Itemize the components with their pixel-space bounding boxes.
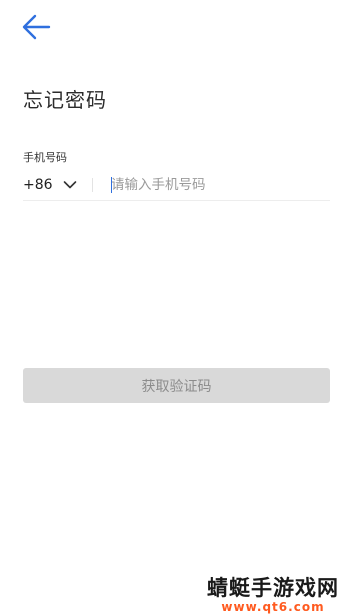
phone-label: 手机号码: [23, 151, 67, 164]
back-button[interactable]: [18, 12, 58, 44]
site-watermark: 蜻蜓手游戏网 www.qt6.com: [207, 572, 339, 614]
watermark-url: www.qt6.com: [221, 600, 325, 614]
text-cursor: [111, 177, 112, 193]
chevron-down-icon: [63, 180, 77, 190]
get-code-button[interactable]: 获取验证码: [23, 368, 330, 403]
watermark-title: 蜻蜓手游戏网: [207, 576, 339, 600]
country-code-selector[interactable]: +86: [23, 175, 77, 195]
phone-field-row: +86: [23, 170, 330, 201]
phone-input[interactable]: [111, 174, 321, 196]
arrow-left-icon: [18, 12, 58, 42]
page-title: 忘记密码: [23, 88, 107, 112]
country-code-value: +86: [23, 177, 53, 193]
field-divider: [92, 178, 93, 192]
